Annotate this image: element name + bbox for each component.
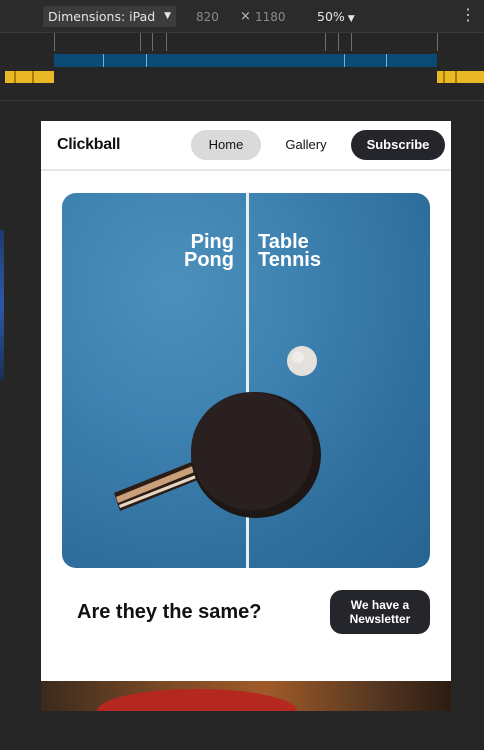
bar-divider	[443, 71, 445, 83]
newsletter-button[interactable]: We have a Newsletter	[330, 590, 430, 634]
bar-divider	[103, 54, 104, 67]
ruler-tick	[437, 33, 438, 51]
hero-right-line2: Tennis	[258, 249, 321, 271]
ruler-tick	[140, 33, 141, 51]
chevron-down-icon: ▼	[347, 14, 355, 24]
nav-gallery-button[interactable]: Gallery	[273, 130, 339, 160]
ruler-tick	[338, 33, 339, 51]
hero-image: Ping Pong Table Tennis	[62, 193, 430, 568]
ruler-tick	[166, 33, 167, 51]
paddle-icon	[114, 392, 321, 518]
paddle-and-ball-illustration	[114, 346, 321, 518]
ruler-tick	[152, 33, 153, 51]
newsletter-label-line2: Newsletter	[349, 612, 411, 626]
devtools-toolbar: Dimensions: iPad Air ▼ 820 × 1180 50%▼ ⋮	[0, 0, 484, 45]
ruler-tick	[54, 33, 55, 51]
bar-divider	[455, 71, 457, 83]
bar-divider	[32, 71, 34, 83]
bar-divider	[344, 54, 345, 67]
bar-divider	[14, 71, 16, 83]
section-heading: Are they the same?	[77, 601, 262, 623]
viewport-width-input[interactable]: 820	[196, 10, 219, 24]
ball-highlight	[292, 351, 304, 363]
divider	[0, 100, 484, 101]
zoom-label: 50%	[317, 9, 345, 24]
ruler-tick	[351, 33, 352, 51]
media-query-bars	[0, 32, 484, 101]
hero-left-line2: Pong	[184, 249, 234, 271]
times-icon: ×	[240, 9, 251, 24]
ruler-tick	[325, 33, 326, 51]
hero-title-right: Table Tennis	[258, 232, 321, 271]
device-viewport: Clickball Home Gallery Subscribe Ping Po…	[41, 121, 451, 711]
device-dimensions-select[interactable]: Dimensions: iPad Air ▼	[43, 6, 176, 45]
viewport-height-input[interactable]: 1180	[255, 10, 286, 24]
bar-divider	[146, 54, 147, 67]
site-navbar: Clickball Home Gallery Subscribe	[41, 121, 451, 171]
more-options-icon[interactable]: ⋮	[460, 6, 476, 26]
hero-title-left: Ping Pong	[184, 232, 234, 271]
bar-divider	[386, 54, 387, 67]
nav-home-button[interactable]: Home	[191, 130, 261, 160]
subscribe-button[interactable]: Subscribe	[351, 130, 445, 160]
site-logo[interactable]: Clickball	[57, 136, 120, 154]
min-width-media-bar-left[interactable]	[5, 71, 54, 83]
background-window-edge	[0, 230, 4, 380]
chevron-down-icon: ▼	[164, 11, 171, 21]
zoom-select[interactable]: 50% ▼	[317, 9, 355, 24]
max-width-media-bar[interactable]	[54, 54, 437, 67]
newsletter-label-line1: We have a	[350, 598, 410, 612]
